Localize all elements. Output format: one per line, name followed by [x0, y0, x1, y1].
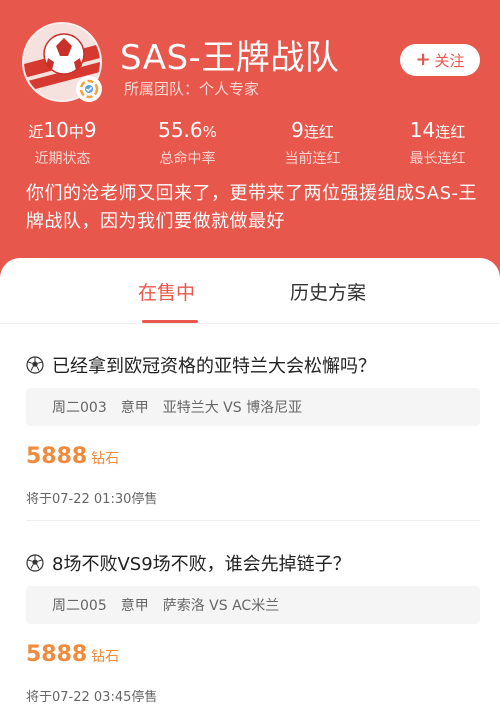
tab-on-sale[interactable]: 在售中	[138, 278, 195, 305]
price-value: 5888	[26, 642, 88, 667]
stat-label: 最长连红	[409, 151, 466, 167]
price-unit: 钻石	[91, 649, 120, 665]
tab-bar: 在售中 历史方案	[0, 258, 500, 324]
match-info: 周二003 意甲 亚特兰大 VS 博洛尼亚	[26, 388, 480, 426]
plan-title: 8场不败VS9场不败，谁会先掉链子？	[26, 550, 351, 576]
stat-recent-form: 近10中9 近期状态	[0, 118, 125, 168]
stat-suffix: 连红	[435, 123, 466, 141]
stat-value: 9	[291, 118, 304, 142]
stat-prefix: 近	[28, 123, 44, 141]
stat-hit-rate: 55.6% 总命中率	[125, 118, 250, 168]
stat-label: 总命中率	[159, 151, 216, 167]
plan-price: 5888 钻石	[26, 444, 119, 469]
match-info: 周二005 意甲 萨索洛 VS AC米兰	[26, 586, 480, 624]
tab-history[interactable]: 历史方案	[290, 278, 366, 305]
match-code: 周二003	[52, 400, 107, 416]
match-teams: 亚特兰大 VS 博洛尼亚	[162, 400, 303, 416]
expert-header: SAS-王牌战队 所属团队：个人专家 + 关注 近10中9 近期状态 55.6%…	[0, 0, 500, 290]
soccer-ball-icon	[26, 356, 44, 374]
stat-value: 14	[409, 118, 436, 142]
stop-sale-time: 将于07-22 01:30停售	[26, 492, 158, 507]
plans-panel: 在售中 历史方案 已经拿到欧冠资格的亚特兰大会松懈吗？ 周二003 意甲 亚特兰…	[0, 258, 500, 715]
match-league: 意甲	[120, 400, 149, 416]
divider	[26, 520, 480, 521]
team-description: 你们的沧老师又回来了，更带来了两位强援组成SAS-王牌战队，因为我们要做就做最好	[26, 183, 477, 232]
price-unit: 钻石	[91, 451, 120, 467]
price-value: 5888	[26, 444, 88, 469]
stat-value: 55.6	[158, 118, 203, 142]
match-code: 周二005	[52, 598, 107, 614]
stats-row: 近10中9 近期状态 55.6% 总命中率 9连红 当前连红 14连红 最长连红	[0, 118, 500, 168]
follow-button[interactable]: + 关注	[400, 44, 480, 76]
stat-suffix: %	[202, 123, 217, 141]
stat-suffix: 连红	[303, 123, 334, 141]
plan-price: 5888 钻石	[26, 642, 119, 667]
stat-current-streak: 9连红 当前连红	[250, 118, 375, 168]
team-affiliation: 所属团队：个人专家	[124, 80, 260, 98]
match-league: 意甲	[120, 598, 149, 614]
soccer-ball-icon	[26, 554, 44, 572]
stat-label: 当前连红	[284, 151, 341, 167]
stat-label: 近期状态	[34, 151, 91, 167]
stat-value2: 9	[83, 118, 97, 142]
avatar[interactable]	[22, 22, 102, 102]
stat-longest-streak: 14连红 最长连红	[375, 118, 500, 168]
verified-badge-icon	[76, 76, 102, 102]
active-tab-indicator	[142, 320, 198, 323]
plan-title-text: 已经拿到欧冠资格的亚特兰大会松懈吗？	[52, 356, 376, 377]
stat-mid: 中	[68, 123, 84, 141]
plan-title: 已经拿到欧冠资格的亚特兰大会松懈吗？	[26, 352, 376, 378]
follow-label: 关注	[434, 51, 465, 70]
plan-title-text: 8场不败VS9场不败，谁会先掉链子？	[52, 554, 351, 575]
match-teams: 萨索洛 VS AC米兰	[162, 598, 280, 614]
stop-sale-time: 将于07-22 03:45停售	[26, 690, 158, 705]
stat-value: 10	[43, 118, 69, 142]
team-name: SAS-王牌战队	[120, 38, 340, 78]
plus-icon: +	[415, 49, 431, 70]
